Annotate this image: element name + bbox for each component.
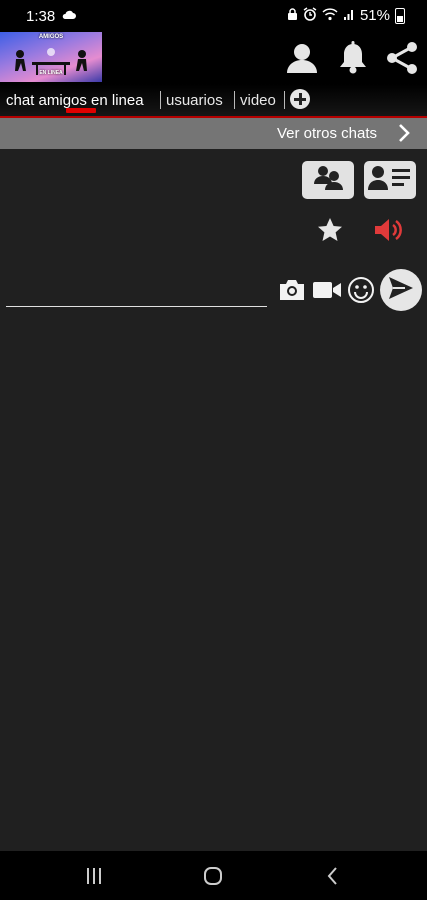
user-card-button[interactable] (364, 161, 416, 199)
user-icon[interactable] (282, 38, 322, 78)
volume-icon[interactable] (372, 215, 404, 245)
camera-icon[interactable] (277, 275, 307, 305)
send-button[interactable] (380, 269, 422, 311)
tab-divider (284, 91, 285, 109)
cloud-icon (62, 8, 76, 23)
system-nav-bar (0, 851, 427, 900)
message-input-underline (6, 306, 267, 307)
logo-title: AMIGOS (38, 34, 64, 40)
tab-bar: chat amigos en linea usuarios video (0, 84, 427, 118)
send-icon (387, 275, 415, 306)
users-group-button[interactable] (302, 161, 354, 199)
tab-chat-amigos[interactable]: chat amigos en linea (6, 92, 144, 109)
status-bar: 1:38 51% (0, 0, 427, 32)
users-group-icon (310, 164, 346, 197)
lock-icon (287, 7, 298, 24)
chevron-right-icon (397, 123, 411, 148)
message-input[interactable] (6, 284, 271, 308)
app-header: AMIGOS EN LINEA (0, 32, 427, 84)
video-camera-icon[interactable] (311, 275, 343, 305)
battery-percent: 51% (359, 7, 390, 24)
wifi-icon (322, 7, 338, 24)
plus-circle-icon[interactable] (290, 89, 310, 109)
other-chats-label: Ver otros chats (276, 125, 377, 142)
active-tab-indicator (66, 108, 96, 113)
smiley-icon[interactable] (346, 275, 376, 305)
logo-subtitle: EN LINEA (39, 70, 63, 76)
home-icon[interactable] (193, 863, 233, 889)
user-card-icon (368, 164, 412, 197)
tab-divider (234, 91, 235, 109)
star-icon[interactable] (316, 216, 344, 244)
recent-apps-icon[interactable] (74, 863, 114, 889)
status-time: 1:38 (26, 8, 56, 25)
signal-icon (343, 8, 355, 24)
tab-usuarios[interactable]: usuarios (166, 92, 223, 109)
back-icon[interactable] (313, 863, 353, 889)
other-chats-bar[interactable]: Ver otros chats (0, 118, 427, 149)
chat-area (0, 149, 427, 851)
alarm-icon (303, 7, 317, 24)
bell-icon[interactable] (333, 38, 373, 78)
battery-icon (395, 7, 405, 24)
tab-divider (160, 91, 161, 109)
app-logo[interactable]: AMIGOS EN LINEA (0, 32, 102, 82)
tab-video[interactable]: video (240, 92, 276, 109)
share-icon[interactable] (382, 38, 422, 78)
